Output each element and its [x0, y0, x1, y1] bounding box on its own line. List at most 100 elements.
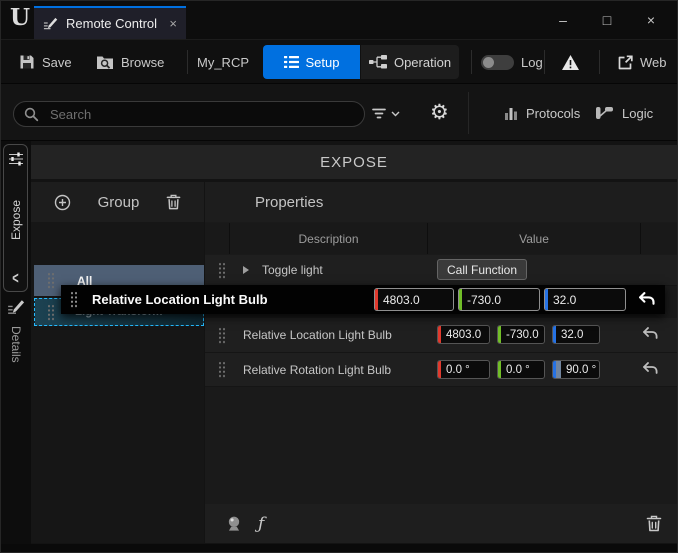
- expose-function-button[interactable]: ƒ: [258, 514, 264, 534]
- search-row-divider: [468, 92, 469, 134]
- protocols-label: Protocols: [526, 106, 580, 121]
- warning-triangle-icon: [561, 54, 580, 71]
- sidebar-tab-expose[interactable]: Expose <: [3, 144, 28, 292]
- log-toggle[interactable]: [481, 55, 514, 70]
- expand-arrow-icon[interactable]: [243, 266, 249, 274]
- toolbar-divider: [599, 50, 600, 74]
- x-value: 4803.0: [441, 329, 481, 341]
- main-content: EXPOSE Group All Light Transform: [31, 141, 677, 544]
- tab-title: Remote Control: [66, 16, 161, 31]
- z-value-field[interactable]: 32.0: [552, 325, 600, 344]
- sidebar-tab-details[interactable]: Details: [1, 298, 31, 363]
- toggle-knob: [483, 57, 494, 68]
- drag-handle[interactable]: [218, 262, 226, 279]
- warning-button[interactable]: [561, 45, 580, 79]
- delete-group-button[interactable]: [166, 194, 181, 210]
- expose-tab-label: Expose: [9, 200, 23, 240]
- properties-header: Properties: [205, 182, 677, 222]
- reset-to-default-button[interactable]: [642, 327, 658, 340]
- add-group-button[interactable]: [54, 194, 71, 211]
- x-value-field[interactable]: 4803.0: [437, 325, 490, 344]
- setup-label: Setup: [306, 55, 340, 70]
- group-header-label: Group: [98, 194, 140, 211]
- chevron-down-icon: [391, 111, 400, 117]
- y-value: -730.0: [501, 329, 539, 341]
- drag-handle[interactable]: [47, 272, 55, 289]
- save-floppy-icon: [19, 54, 35, 70]
- browse-folder-icon: [96, 54, 114, 70]
- logic-nodes-icon: [594, 105, 614, 121]
- web-button[interactable]: Web: [618, 45, 667, 79]
- properties-column-headers: Description Value: [205, 223, 677, 254]
- y-value-field: -730.0: [458, 288, 540, 311]
- properties-footer: ƒ: [205, 504, 677, 543]
- search-box[interactable]: [13, 101, 365, 127]
- property-label: Toggle light: [262, 263, 323, 277]
- log-label: Log: [521, 55, 543, 70]
- pitch-value-field[interactable]: 0.0 °: [497, 360, 545, 379]
- y-value: -730.0: [462, 293, 501, 307]
- external-link-icon: [618, 55, 633, 70]
- close-button[interactable]: ×: [629, 1, 673, 39]
- x-value-field: 4803.0: [374, 288, 454, 311]
- toolbar-divider: [544, 50, 545, 74]
- delete-property-button[interactable]: [646, 515, 662, 532]
- logic-label: Logic: [622, 106, 653, 121]
- operation-label: Operation: [394, 55, 451, 70]
- x-value: 4803.0: [378, 293, 420, 307]
- pitch-value: 0.0 °: [501, 364, 530, 376]
- drag-handle[interactable]: [218, 327, 226, 344]
- roll-value-field[interactable]: 0.0 °: [437, 360, 490, 379]
- search-row: ⚙ Protocols Logic: [1, 83, 677, 141]
- save-button[interactable]: Save: [19, 45, 72, 79]
- yaw-value-field[interactable]: 90.0 °: [552, 360, 600, 379]
- expose-actor-button[interactable]: [225, 515, 243, 532]
- expose-panel-title: EXPOSE: [31, 145, 677, 179]
- preset-name-button[interactable]: My_RCP: [197, 45, 249, 79]
- save-label: Save: [42, 55, 72, 70]
- toolbar-divider: [471, 50, 472, 74]
- drag-handle: [70, 291, 78, 308]
- drag-handle[interactable]: [47, 304, 55, 321]
- remote-control-window: U Remote Control × – □ × Save Browse: [0, 0, 678, 553]
- web-label: Web: [640, 55, 667, 70]
- z-value: 32.0: [548, 293, 576, 307]
- call-function-button[interactable]: Call Function: [437, 259, 527, 280]
- maximize-button[interactable]: □: [585, 1, 629, 39]
- search-input[interactable]: [48, 106, 354, 123]
- titlebar: U Remote Control × – □ ×: [1, 1, 677, 39]
- drag-handle[interactable]: [218, 361, 226, 378]
- preset-name-label: My_RCP: [197, 55, 249, 70]
- description-column-header[interactable]: Description: [230, 223, 428, 254]
- property-row-relative-rotation[interactable]: Relative Rotation Light Bulb 0.0 ° 0.0 °…: [205, 353, 677, 387]
- roll-value: 0.0 °: [441, 364, 470, 376]
- value-column-header[interactable]: Value: [428, 223, 641, 254]
- z-value: 32.0: [556, 329, 583, 341]
- drag-preview-row[interactable]: Relative Location Light Bulb 4803.0 -730…: [61, 285, 665, 314]
- tab-close-icon[interactable]: ×: [169, 17, 177, 30]
- filter-button[interactable]: [372, 108, 400, 119]
- property-row-relative-location[interactable]: Relative Location Light Bulb 4803.0 -730…: [205, 318, 677, 353]
- reset-to-default-button[interactable]: [642, 362, 658, 375]
- properties-panel: Properties Description Value Toggle ligh…: [205, 182, 677, 543]
- property-row-toggle-light[interactable]: Toggle light Call Function: [205, 255, 677, 286]
- protocols-button[interactable]: Protocols: [504, 97, 580, 129]
- tab-setup[interactable]: Setup: [263, 45, 360, 79]
- operation-graph-icon: [369, 55, 387, 69]
- property-label: Relative Location Light Bulb: [243, 328, 392, 342]
- pen-lines-icon: [43, 16, 58, 31]
- filter-funnel-icon: [372, 108, 386, 119]
- browse-button[interactable]: Browse: [96, 45, 164, 79]
- tab-remote-control[interactable]: Remote Control ×: [34, 6, 186, 39]
- gear-icon[interactable]: ⚙: [430, 97, 449, 129]
- bar-chart-icon: [504, 106, 518, 120]
- log-toggle-group: Log: [481, 45, 543, 79]
- details-pen-icon: [7, 298, 25, 316]
- tab-operation[interactable]: Operation: [361, 45, 459, 79]
- logic-button[interactable]: Logic: [594, 97, 653, 129]
- drag-preview-label: Relative Location Light Bulb: [92, 292, 268, 307]
- sliders-icon: [8, 151, 24, 167]
- minimize-button[interactable]: –: [541, 1, 585, 39]
- y-value-field[interactable]: -730.0: [497, 325, 545, 344]
- collapse-chevron-icon[interactable]: <: [12, 270, 18, 288]
